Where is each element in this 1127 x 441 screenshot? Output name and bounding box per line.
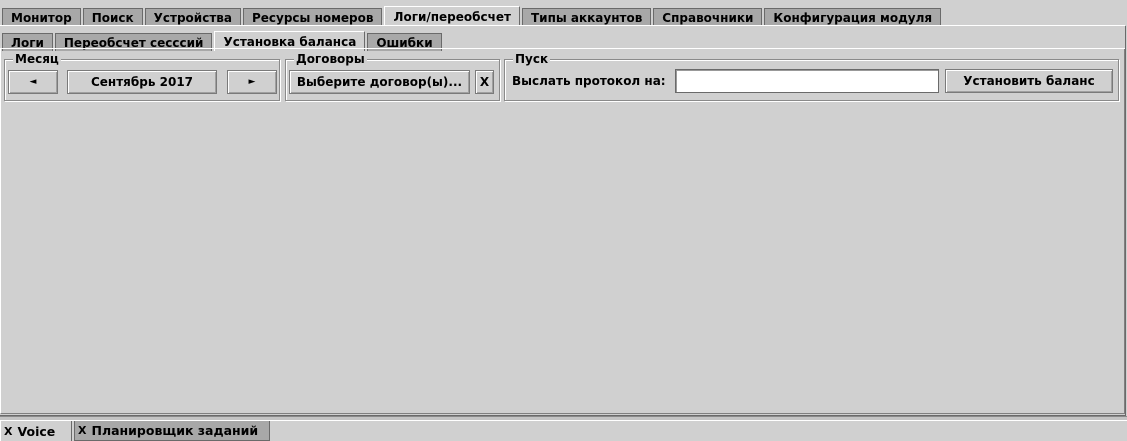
main-tab-bar: Монитор Поиск Устройства Ресурсы номеров…: [2, 6, 943, 26]
month-value-button[interactable]: Сентябрь 2017: [67, 70, 217, 94]
contracts-group: Договоры Выберите договор(ы)... X: [285, 52, 500, 101]
bottom-tab-bar: X Voice X Планировщик заданий: [0, 420, 1127, 441]
triangle-left-icon: ◄: [29, 77, 37, 87]
launch-group-title: Пуск: [513, 52, 551, 66]
close-icon[interactable]: X: [4, 425, 12, 438]
tab-account-types[interactable]: Типы аккаунтов: [521, 8, 652, 26]
triangle-right-icon: ►: [248, 77, 256, 87]
bottom-tab-label: Планировщик заданий: [91, 423, 259, 438]
month-value: Сентябрь 2017: [90, 75, 194, 89]
set-balance-panel: [0, 49, 1125, 414]
set-balance-label: Установить баланс: [963, 74, 1095, 88]
bottom-tab-scheduler[interactable]: X Планировщик заданий: [74, 421, 270, 441]
tab-devices[interactable]: Устройства: [144, 8, 241, 26]
tab-logs-recalc[interactable]: Логи/переобсчет: [384, 6, 520, 26]
bottom-tab-label: Voice: [17, 423, 56, 439]
tab-monitor[interactable]: Монитор: [2, 8, 81, 26]
set-balance-button[interactable]: Установить баланс: [945, 69, 1113, 93]
month-group-title: Месяц: [13, 52, 61, 66]
bottom-tab-voice[interactable]: X Voice: [0, 421, 72, 441]
close-icon: X: [479, 75, 490, 89]
prev-month-button[interactable]: ◄: [8, 70, 58, 94]
tab-number-resources[interactable]: Ресурсы номеров: [242, 8, 383, 26]
close-icon[interactable]: X: [78, 424, 86, 437]
month-group: Месяц ◄ Сентябрь 2017 ►: [4, 52, 280, 101]
tab-search[interactable]: Поиск: [82, 8, 143, 26]
next-month-button[interactable]: ►: [227, 70, 277, 94]
clear-contracts-button[interactable]: X: [475, 70, 494, 94]
tab-directories[interactable]: Справочники: [653, 8, 763, 26]
contracts-group-title: Договоры: [294, 52, 367, 66]
launch-group: Пуск Выслать протокол на: Установить бал…: [504, 52, 1119, 101]
select-contracts-label: Выберите договор(ы)...: [296, 75, 463, 89]
email-input[interactable]: [675, 69, 939, 93]
send-protocol-label: Выслать протокол на:: [512, 74, 666, 88]
select-contracts-button[interactable]: Выберите договор(ы)...: [289, 70, 470, 94]
tab-module-config[interactable]: Конфигурация модуля: [764, 8, 942, 26]
